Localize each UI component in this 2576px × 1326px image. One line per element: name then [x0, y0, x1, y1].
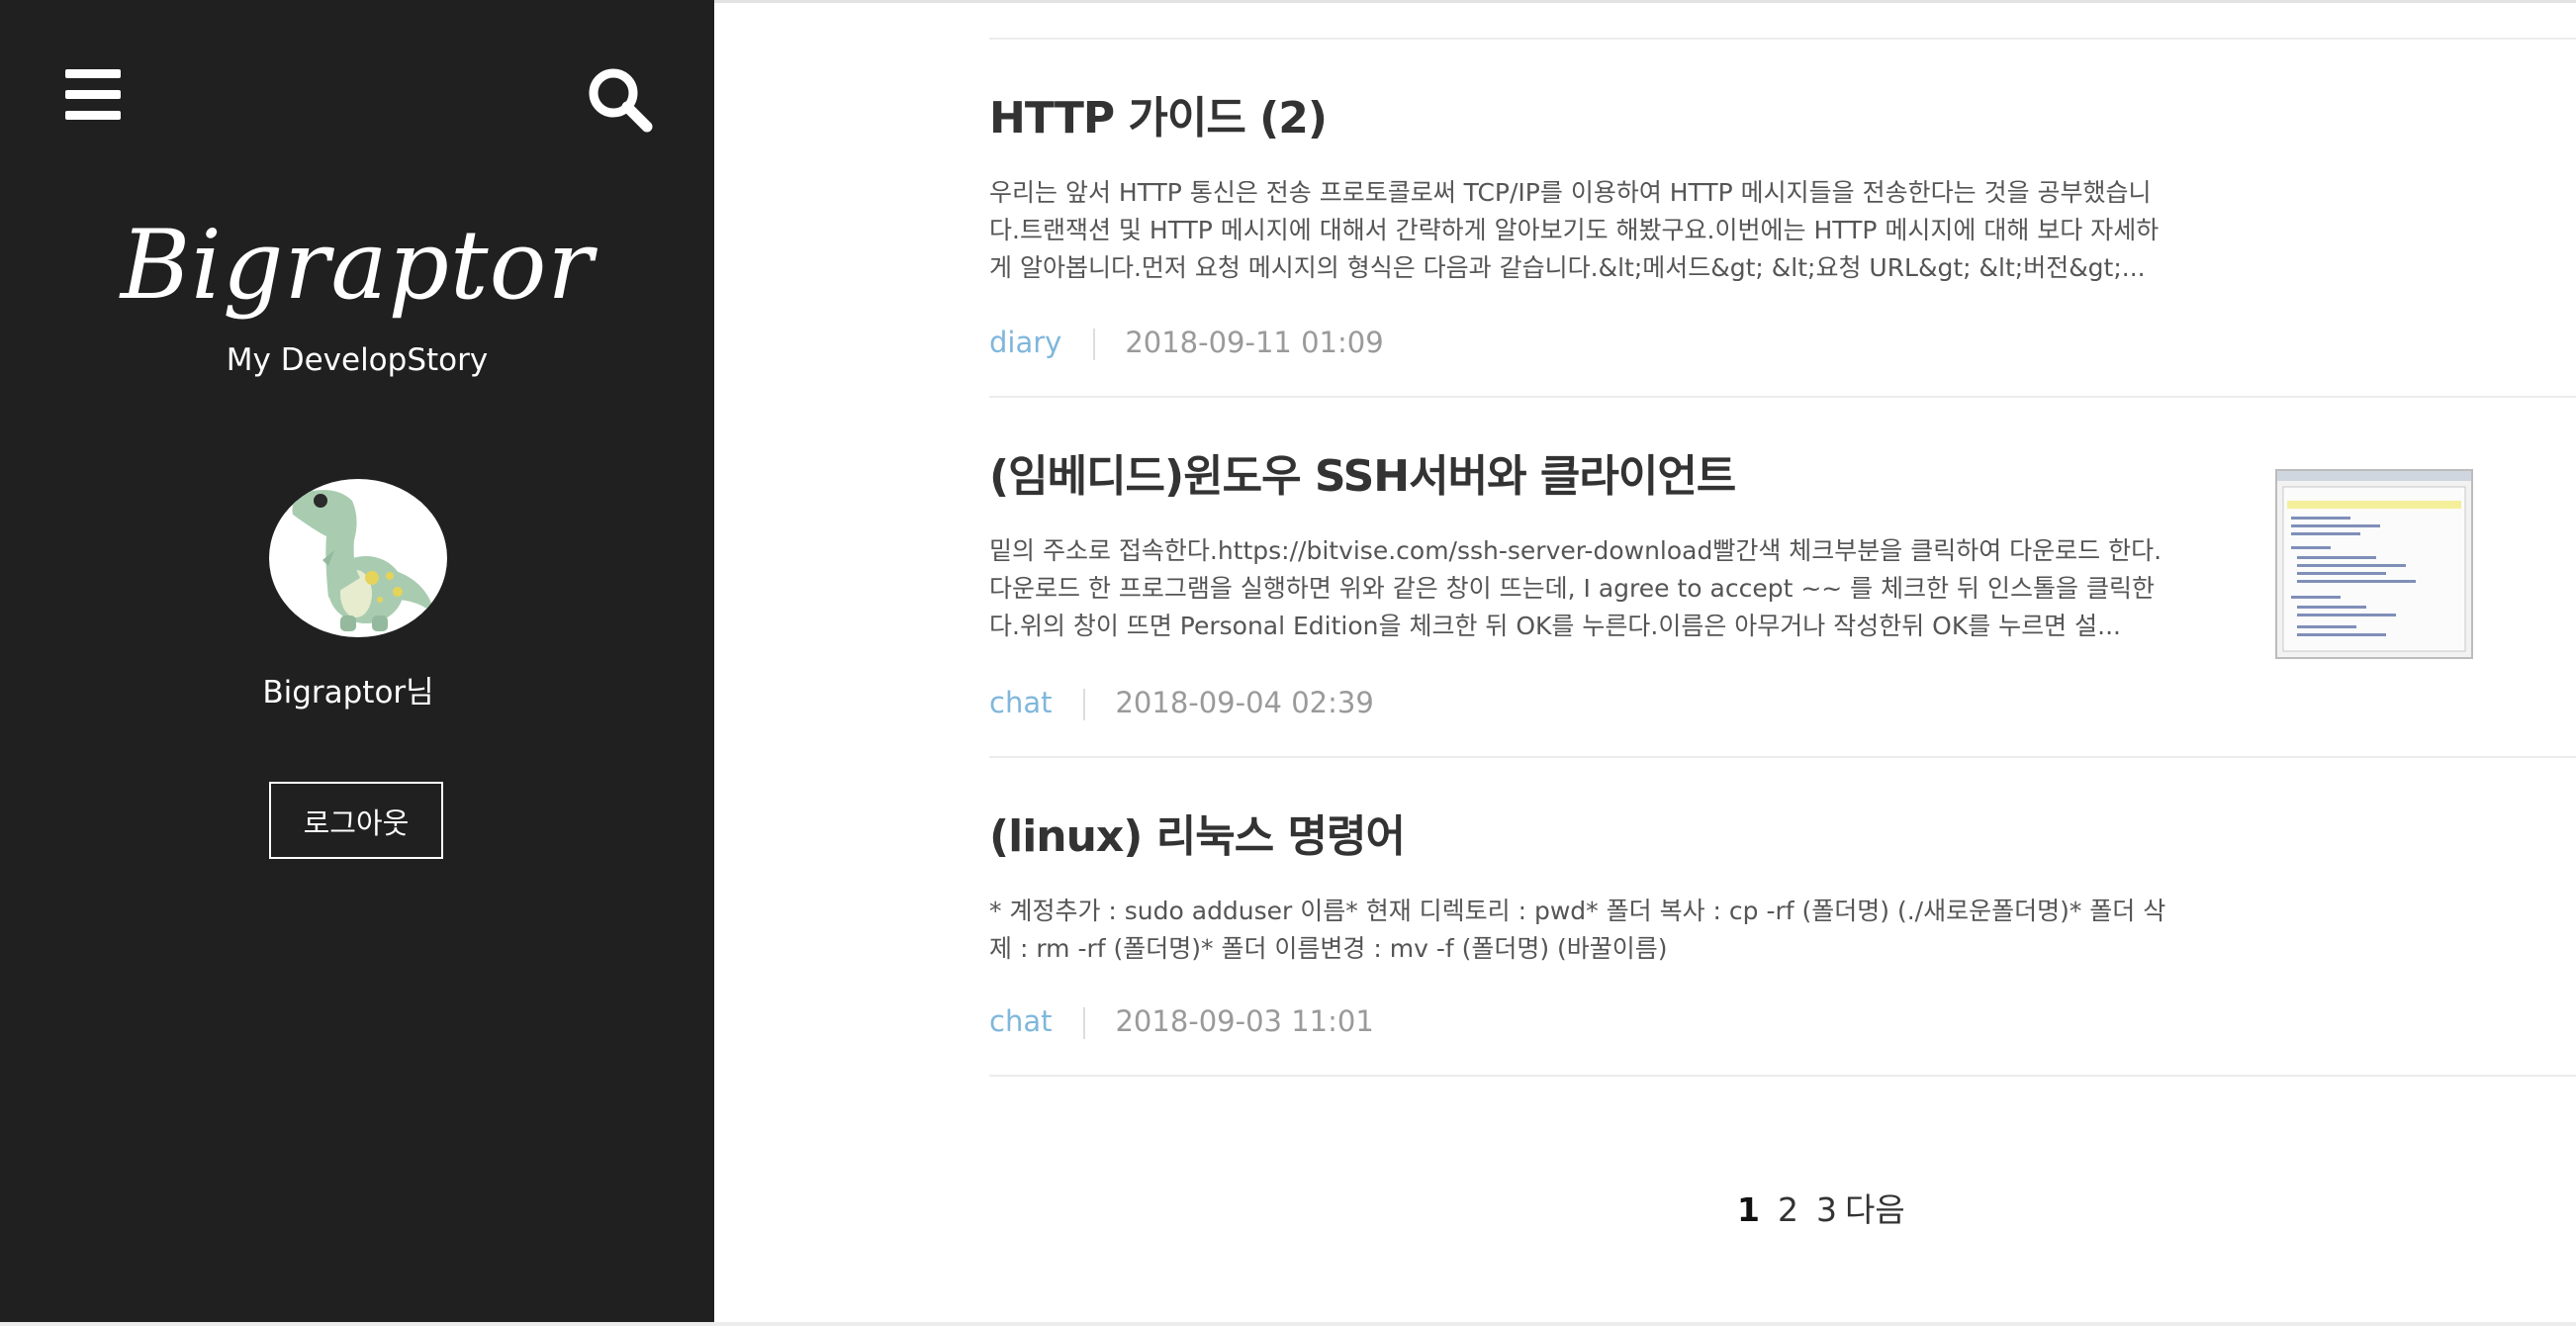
post-summary[interactable]: 우리는 앞서 HTTP 통신은 전송 프로토콜로써 TCP/IP를 이용하여 H… [989, 174, 2166, 287]
logout-button[interactable]: 로그아웃 [269, 782, 443, 859]
post-category[interactable]: chat [989, 686, 1052, 719]
search-icon[interactable] [586, 65, 655, 135]
post-item: HTTP 가이드 (2) 우리는 앞서 HTTP 통신은 전송 프로토콜로써 T… [989, 89, 2275, 287]
post-date: 2018-09-04 02:39 [1115, 686, 1374, 719]
post-date: 2018-09-03 11:01 [1115, 1004, 1374, 1038]
divider [989, 1075, 2576, 1077]
post-summary[interactable]: * 계정추가 : sudo adduser 이름* 현재 디렉토리 : pwd*… [989, 893, 2166, 968]
username: Bigraptor님 [262, 675, 434, 710]
divider [989, 38, 2576, 40]
post-category[interactable]: chat [989, 1004, 1052, 1038]
post-item: (임베디드)윈도우 SSH서버와 클라이언트 밑의 주소로 접속한다.https… [989, 447, 2275, 645]
blog-title[interactable]: Bigraptor [0, 206, 714, 325]
sidebar: Bigraptor My DevelopStory Bigraptor님 로그아… [0, 0, 714, 1322]
meta-separator [1083, 1007, 1086, 1039]
post-title[interactable]: (linux) 리눅스 명령어 [989, 807, 2275, 867]
post-summary[interactable]: 밑의 주소로 접속한다.https://bitvise.com/ssh-serv… [989, 532, 2166, 645]
meta-separator [1093, 329, 1096, 360]
post-item: (linux) 리눅스 명령어 * 계정추가 : sudo adduser 이름… [989, 807, 2275, 968]
post-title[interactable]: (임베디드)윈도우 SSH서버와 클라이언트 [989, 447, 2275, 507]
avatar[interactable] [269, 479, 447, 637]
hamburger-menu-icon[interactable] [65, 69, 121, 125]
post-date: 2018-09-11 01:09 [1125, 326, 1384, 359]
divider [989, 756, 2576, 758]
meta-separator [1083, 689, 1086, 720]
pagination: 1 2 3 다음 [1737, 1187, 1923, 1233]
post-title[interactable]: HTTP 가이드 (2) [989, 89, 2275, 148]
page-link[interactable]: 2 [1778, 1187, 1798, 1233]
divider [989, 396, 2576, 398]
page-link[interactable]: 3 [1816, 1187, 1837, 1233]
blog-description: My DevelopStory [226, 342, 489, 378]
next-page-link[interactable]: 다음 [1845, 1187, 1905, 1233]
bottom-border [0, 1322, 2576, 1326]
post-category[interactable]: diary [989, 326, 1061, 359]
post-thumbnail[interactable] [2275, 469, 2473, 659]
top-border [714, 0, 2576, 3]
dinosaur-icon [292, 490, 435, 631]
page-link-current[interactable]: 1 [1737, 1187, 1760, 1233]
